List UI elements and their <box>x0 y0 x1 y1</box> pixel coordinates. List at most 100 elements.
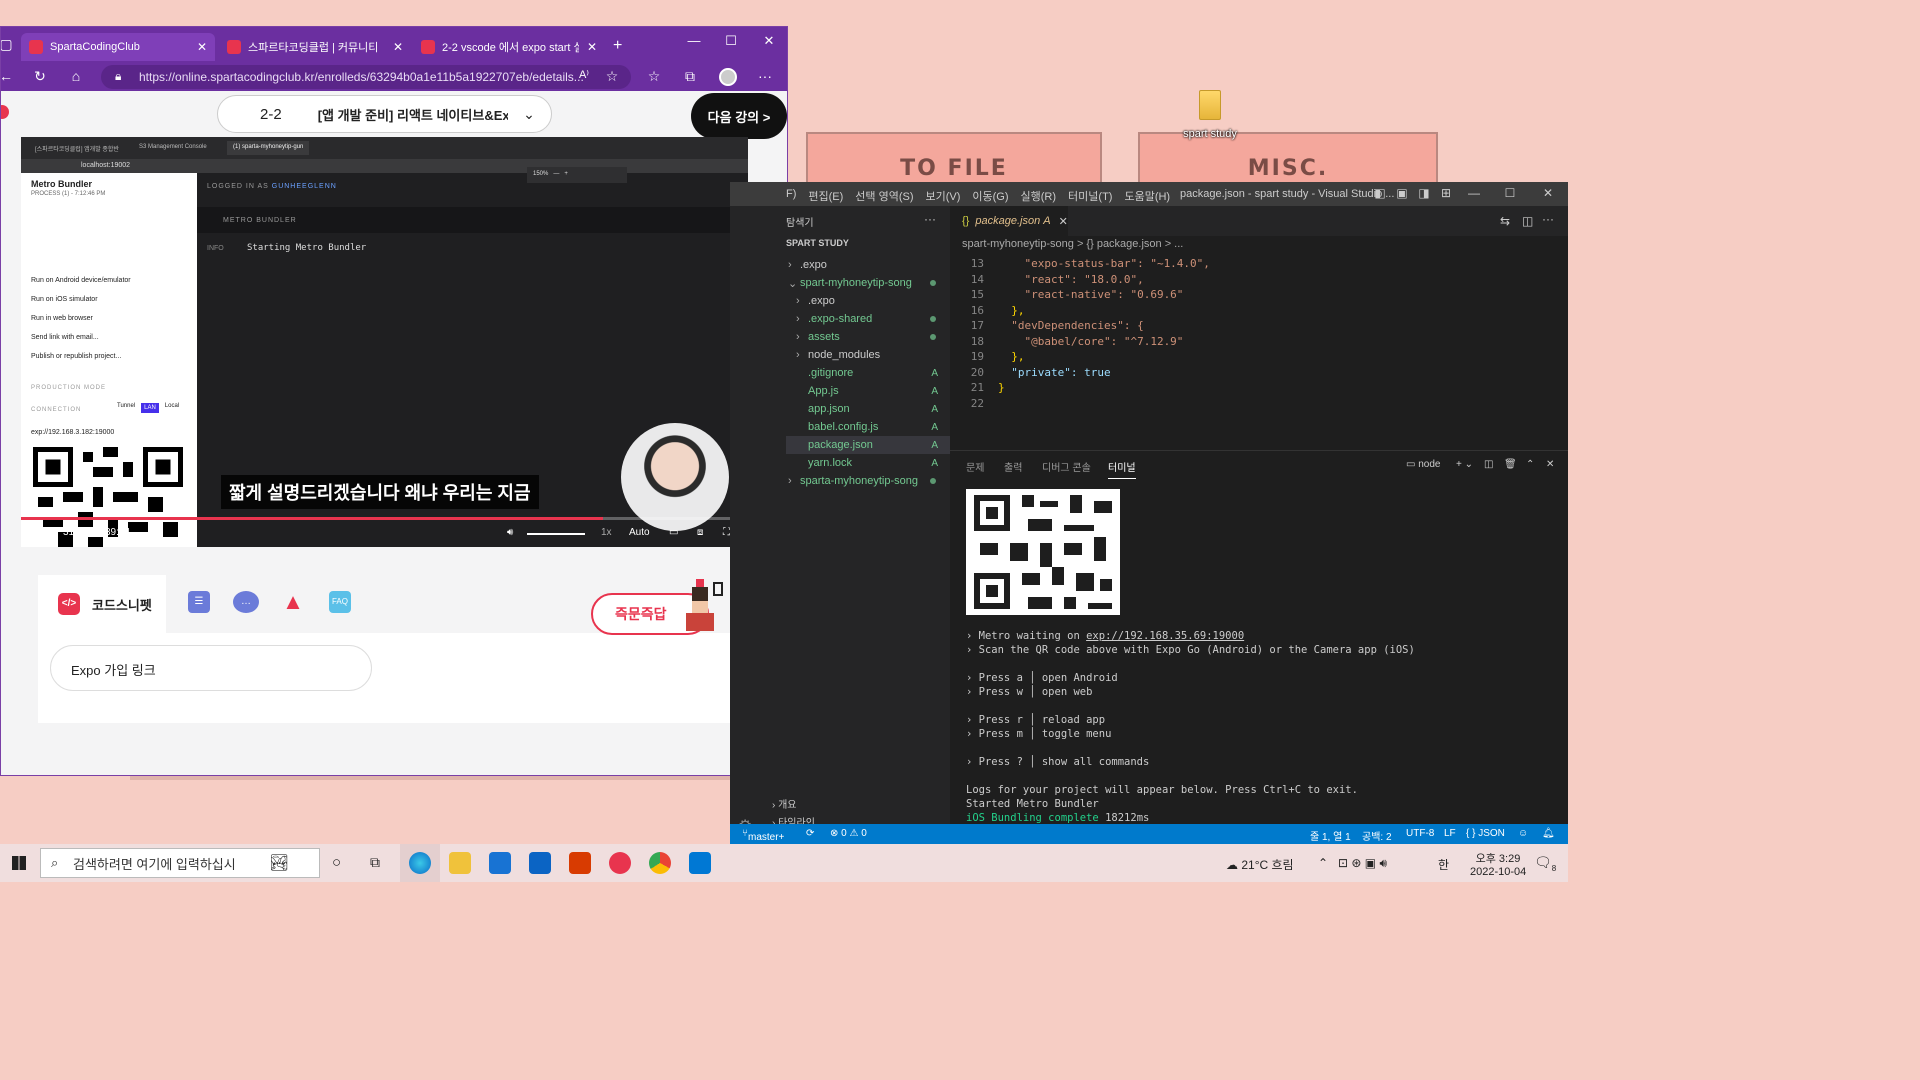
split-terminal-icon[interactable]: ◫ <box>1484 459 1493 470</box>
maximize-icon[interactable]: ☐ <box>721 33 741 49</box>
language-mode[interactable]: { } JSON <box>1466 828 1505 839</box>
store-icon[interactable] <box>489 852 511 874</box>
weather-widget[interactable]: ☁ 21°C 흐림 <box>1226 856 1294 873</box>
volume-icon[interactable]: 🔊︎ <box>507 527 513 538</box>
tree-item[interactable]: App.js A <box>786 382 950 400</box>
tree-item[interactable]: › assets <box>786 328 950 346</box>
windows-start-icon[interactable] <box>12 856 26 870</box>
faq-icon[interactable]: FAQ <box>329 591 351 613</box>
explorer-more-icon[interactable]: ··· <box>924 212 936 226</box>
code-editor[interactable]: {} package.json A ✕ ⇆ ◫ ··· spart-myhone… <box>950 206 1568 450</box>
mail-icon[interactable] <box>529 852 551 874</box>
more-menu-icon[interactable]: ··· <box>756 68 774 84</box>
tree-item[interactable]: babel.config.js A <box>786 418 950 436</box>
close-icon[interactable]: ✕ <box>385 40 403 54</box>
new-tab-plus-icon[interactable]: + <box>613 37 622 55</box>
notification-icon[interactable]: 🗨︎8 <box>1534 854 1556 873</box>
desktop-folder-spart-study[interactable]: spart study <box>1178 90 1242 140</box>
outline-section[interactable]: › 개요 <box>772 796 797 811</box>
open-changes-icon[interactable]: ⇆ <box>1500 214 1510 228</box>
tab-terminal[interactable]: 터미널 <box>1108 459 1136 479</box>
favorites-icon[interactable]: ☆ <box>645 68 663 85</box>
tree-item[interactable]: › sparta-myhoneytip-song <box>786 472 950 490</box>
read-aloud-icon[interactable]: A⁾ <box>575 68 593 81</box>
close-icon[interactable]: ✕ <box>189 40 207 54</box>
browser-tab-sparta[interactable]: SpartaCodingClub ✕ <box>21 33 215 61</box>
new-terminal-icon[interactable]: + ⌄ <box>1456 459 1473 470</box>
tree-item[interactable]: › .expo <box>786 256 950 274</box>
menu-item-6[interactable]: 터미널(T) <box>1068 188 1112 204</box>
snippet-item[interactable]: Expo 가입 링크 <box>50 645 372 691</box>
ime-indicator[interactable]: 한 <box>1438 856 1449 873</box>
tree-item[interactable]: app.json A <box>786 400 950 418</box>
bell-icon[interactable]: 🔔︎ <box>1542 828 1555 839</box>
back-arrow-icon[interactable]: ← <box>1 68 15 84</box>
menu-item-0[interactable]: F) <box>786 188 796 204</box>
panel-toggle-icon[interactable]: ▣ <box>1392 186 1412 200</box>
chevron-down-icon[interactable]: ⌄ <box>517 102 541 126</box>
volume-slider[interactable] <box>527 533 585 535</box>
sparta-app-icon[interactable] <box>609 852 631 874</box>
tree-item[interactable]: › node_modules <box>786 346 950 364</box>
close-icon[interactable]: ✕ <box>579 40 597 54</box>
terminal-output[interactable]: › Metro waiting on exp://192.168.35.69:1… <box>966 629 1415 825</box>
chat-icon[interactable]: … <box>233 591 259 613</box>
close-panel-icon[interactable]: ✕ <box>1546 459 1554 470</box>
breadcrumb[interactable]: spart-myhoneytip-song > {} package.json … <box>962 238 1183 250</box>
vscode-icon[interactable] <box>689 852 711 874</box>
close-icon[interactable]: ✕ <box>1059 215 1068 228</box>
editor-tab-package-json[interactable]: {} package.json A ✕ <box>950 206 1068 236</box>
chrome-icon[interactable] <box>649 852 671 874</box>
collections-icon[interactable]: ⧉ <box>681 68 699 85</box>
tree-item[interactable]: .gitignore A <box>786 364 950 382</box>
customize-layout-icon[interactable]: ⊞ <box>1436 186 1456 200</box>
menu-item-2[interactable]: 선택 영역(S) <box>855 188 913 204</box>
address-bar[interactable]: 🔒︎ https://online.spartacodingclub.kr/en… <box>101 65 631 89</box>
tab-output[interactable]: 출력 <box>1004 459 1022 474</box>
next-lesson-button[interactable]: 다음 강의 > <box>691 93 787 139</box>
menu-item-1[interactable]: 편집(E) <box>808 188 843 204</box>
edge-icon[interactable] <box>409 852 431 874</box>
feedback-icon[interactable]: ☺ <box>1518 828 1528 839</box>
file-explorer-icon[interactable] <box>449 852 471 874</box>
minimize-icon[interactable]: — <box>684 33 704 48</box>
tree-item[interactable]: ⌄ spart-myhoneytip-song <box>786 274 950 292</box>
office-icon[interactable] <box>569 852 591 874</box>
menu-item-7[interactable]: 도움말(H) <box>1124 188 1170 204</box>
trash-icon[interactable]: 🗑︎ <box>1504 459 1517 470</box>
profile-avatar[interactable] <box>719 68 737 86</box>
warning-icon[interactable]: ▲ <box>282 591 304 613</box>
tray-chevron-icon[interactable]: ⌃ <box>1318 856 1328 870</box>
menu-item-5[interactable]: 실행(R) <box>1021 188 1057 204</box>
layout-toggle-icon[interactable]: ◧ <box>1370 186 1390 200</box>
add-favorite-icon[interactable]: ☆ <box>603 68 621 85</box>
play-icon[interactable]: ▶ <box>35 527 43 538</box>
close-window-icon[interactable]: ✕ <box>1538 186 1558 200</box>
tab-debug-console[interactable]: 디버그 콘솔 <box>1042 459 1091 474</box>
notes-icon[interactable]: ☰ <box>188 591 210 613</box>
tree-item[interactable]: › .expo-shared <box>786 310 950 328</box>
split-editor-icon[interactable]: ◫ <box>1522 214 1533 228</box>
sync-icon[interactable]: ⟳ <box>806 828 814 839</box>
quality-button[interactable]: Auto <box>629 527 650 538</box>
video-player[interactable]: [스파르타코딩클럽] 앱개발 종합반 S3 Management Console… <box>21 137 748 547</box>
home-icon[interactable]: ⌂ <box>67 68 85 84</box>
encoding-setting[interactable]: UTF-8 <box>1406 828 1434 839</box>
eol-setting[interactable]: LF <box>1444 828 1456 839</box>
cursor-position[interactable]: 줄 1, 열 1 <box>1310 828 1351 843</box>
minimize-icon[interactable]: — <box>1464 186 1484 200</box>
menu-item-4[interactable]: 이동(G) <box>972 188 1008 204</box>
fullscreen-icon[interactable]: ⛶ <box>723 527 730 538</box>
tree-item[interactable]: yarn.lock A <box>786 454 950 472</box>
maximize-panel-icon[interactable]: ⌃ <box>1526 459 1534 470</box>
captions-icon[interactable]: ▭ <box>669 527 678 538</box>
tree-item[interactable]: › .expo <box>786 292 950 310</box>
indent-setting[interactable]: 공백: 2 <box>1362 828 1392 843</box>
problems-indicator[interactable]: ⊗ 0 ⚠ 0 <box>830 828 867 839</box>
menu-item-3[interactable]: 보기(V) <box>926 188 961 204</box>
lesson-selector[interactable]: 2-2 [앱 개발 준비] 리액트 네이티브&Expo ⌄ <box>217 95 552 133</box>
maximize-icon[interactable]: ☐ <box>1500 186 1520 200</box>
speed-button[interactable]: 1x <box>601 527 612 538</box>
terminal-selector[interactable]: ▭ node <box>1406 459 1440 470</box>
tab-actions-icon[interactable]: ▢ <box>1 36 15 53</box>
